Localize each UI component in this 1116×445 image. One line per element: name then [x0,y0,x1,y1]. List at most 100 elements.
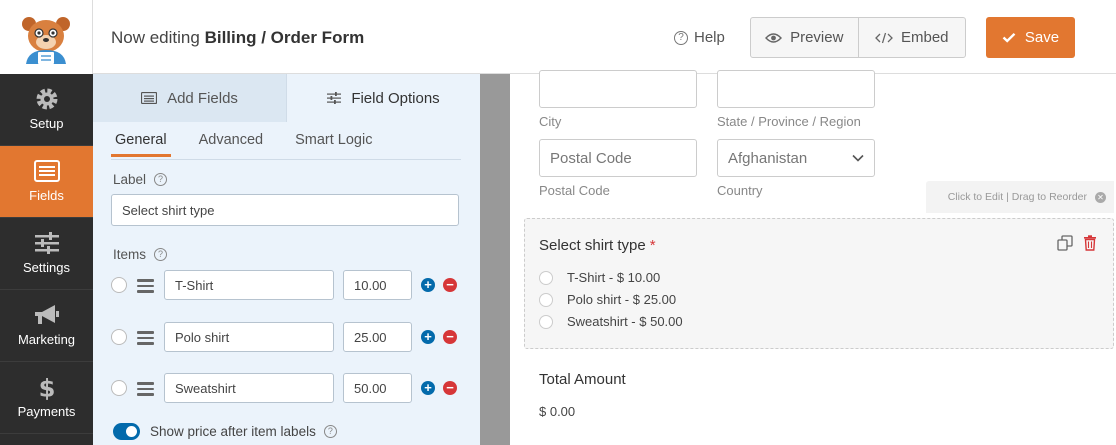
top-header: Now editing Billing / Order Form ? Help … [0,0,1116,74]
option-radio[interactable] [539,292,553,307]
item-price-input[interactable]: 50.00 [343,373,412,403]
add-item-icon[interactable]: + [421,278,435,292]
tab-label: Field Options [351,89,440,107]
subtab-general[interactable]: General [111,132,171,157]
show-price-label: Show price after item labels ? [150,424,337,439]
panel-tabs: Add Fields Field Options [93,74,480,122]
help-tooltip-icon[interactable]: ? [154,248,168,261]
item-label-input[interactable]: Polo shirt [164,322,334,352]
item-label-input[interactable]: T-Shirt [164,270,334,300]
sidebar-item-fields[interactable]: Fields [0,146,93,218]
remove-item-icon[interactable]: − [443,278,457,292]
fields-icon [33,160,60,182]
preview-embed-group: Preview Embed [750,17,966,58]
country-value: Afghanistan [728,149,808,167]
subtab-advanced[interactable]: Advanced [195,132,268,157]
question-circle-icon: ? [674,30,688,45]
option-label: Polo shirt - $ 25.00 [567,292,677,307]
postal-code-label: Postal Code [539,183,610,198]
country-select[interactable]: Afghanistan [717,139,875,177]
option-radio[interactable] [539,270,553,285]
label-title-text: Label [113,172,147,187]
city-input[interactable] [539,70,697,108]
embed-button[interactable]: Embed [857,18,966,57]
sidebar-item-payments[interactable]: $ Payments [0,362,93,434]
toggle-label-text: Show price after item labels [150,424,316,439]
code-icon [875,32,893,43]
sidebar-item-label: Settings [23,260,70,275]
list-icon [141,92,158,104]
total-amount-title: Total Amount [539,371,626,388]
sidebar-item-label: Fields [29,188,64,203]
help-button[interactable]: ? Help [674,29,725,46]
embed-label: Embed [900,29,949,46]
bear-logo-icon [22,17,70,64]
panel-divider [480,74,510,445]
option-label: T-Shirt - $ 10.00 [567,270,661,285]
duplicate-icon[interactable] [1057,235,1073,251]
add-item-icon[interactable]: + [421,330,435,344]
sidebar-item-settings[interactable]: Settings [0,218,93,290]
field-options-panel: Add Fields Field Options General Advance… [93,74,480,445]
sidebar-item-marketing[interactable]: Marketing [0,290,93,362]
field-title-text: Select shirt type [539,237,646,254]
required-mark: * [649,237,656,254]
form-preview: City State / Province / Region Postal Co… [510,70,1116,445]
add-item-icon[interactable]: + [421,381,435,395]
option-item[interactable]: T-Shirt - $ 10.00 [539,270,660,285]
label-input[interactable]: Select shirt type [111,194,459,226]
items-field-title: Items ? [113,247,168,262]
help-label: Help [694,29,725,46]
tab-field-options[interactable]: Field Options [286,74,480,122]
postal-code-input[interactable]: Postal Code [539,139,697,177]
item-label-input[interactable]: Sweatshirt [164,373,334,403]
remove-item-icon[interactable]: − [443,330,457,344]
default-radio[interactable] [111,329,127,345]
label-field-title: Label ? [113,172,168,187]
state-input[interactable] [717,70,875,108]
options-subtabs: General Advanced Smart Logic [111,132,376,157]
sliders-icon [34,232,59,254]
sidebar-item-setup[interactable]: Setup [0,74,93,146]
default-radio[interactable] [111,380,127,396]
default-radio[interactable] [111,277,127,293]
drag-handle-icon[interactable] [137,331,154,345]
help-tooltip-icon[interactable]: ? [154,173,168,186]
country-label: Country [717,183,763,198]
sliders-icon [327,92,342,104]
subtab-divider [111,159,461,160]
item-price-input[interactable]: 25.00 [343,322,412,352]
option-item[interactable]: Polo shirt - $ 25.00 [539,292,676,307]
help-tooltip-icon[interactable]: ? [323,425,337,438]
subtab-smart-logic[interactable]: Smart Logic [291,132,376,157]
wpforms-logo[interactable] [0,0,93,74]
option-radio[interactable] [539,314,553,329]
title-prefix: Now editing [111,28,200,47]
option-label: Sweatshirt - $ 50.00 [567,314,683,329]
drag-handle-icon[interactable] [137,382,154,396]
trash-icon[interactable] [1083,235,1097,251]
close-icon[interactable]: ✕ [1095,191,1106,203]
total-amount-value: $ 0.00 [539,404,576,419]
dollar-icon: $ [38,374,55,400]
page-title: Now editing Billing / Order Form [111,28,364,48]
eye-icon [765,32,783,43]
drag-handle-icon[interactable] [137,279,154,293]
save-button[interactable]: Save [986,17,1075,58]
selected-field-card[interactable]: Select shirt type * T-Shirt - $ 10.00 Pol… [524,218,1114,349]
remove-item-icon[interactable]: − [443,381,457,395]
field-actions [1057,235,1097,251]
item-price-input[interactable]: 10.00 [343,270,412,300]
sidebar-item-label: Payments [17,404,76,419]
city-label: City [539,114,562,129]
preview-button[interactable]: Preview [751,18,858,57]
megaphone-icon [34,305,59,324]
state-label: State / Province / Region [717,114,861,129]
option-item[interactable]: Sweatshirt - $ 50.00 [539,314,683,329]
field-title: Select shirt type * [539,237,656,254]
edit-hint-bar: Click to Edit | Drag to Reorder ✕ [926,181,1114,213]
show-price-toggle[interactable] [113,423,140,440]
tab-add-fields[interactable]: Add Fields [93,74,286,122]
sidebar-item-label: Marketing [17,332,76,347]
preview-label: Preview [790,29,844,46]
